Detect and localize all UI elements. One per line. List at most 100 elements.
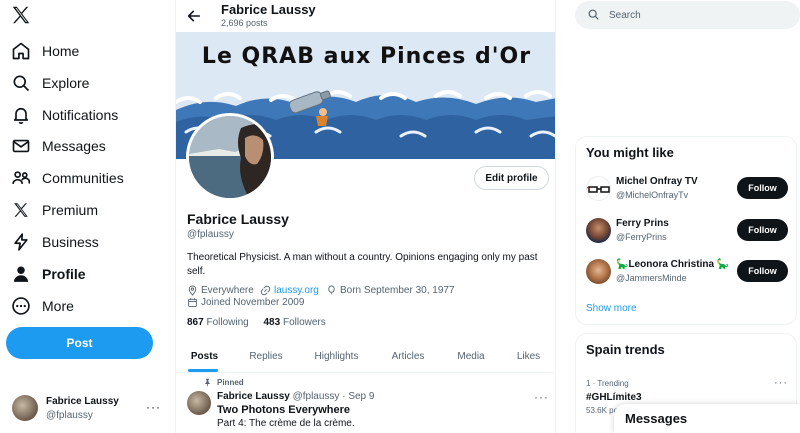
more-dots-icon: ···	[146, 400, 161, 414]
profile-website[interactable]: laussy.org	[260, 285, 319, 296]
header-name: Fabrice Laussy	[221, 2, 316, 17]
nav-messages[interactable]: Messages	[10, 132, 106, 160]
card-title: You might like	[586, 145, 674, 160]
account-name: Fabrice Laussy	[46, 396, 119, 407]
nav-notifications[interactable]: Notifications	[10, 101, 118, 129]
search-box[interactable]	[575, 1, 800, 29]
suggestion-name: 🦕Leonora Christina 🦕	[616, 259, 730, 270]
suggestion-handle: @MichelOnfrayTv	[616, 190, 689, 200]
following-link[interactable]: 867 Following	[187, 317, 249, 328]
follow-button[interactable]: Follow	[737, 177, 788, 199]
left-navigation: Home Explore Notifications Messages Comm…	[0, 0, 175, 433]
account-switcher[interactable]: Fabrice Laussy @fplaussy ···	[12, 395, 167, 423]
following-label: Following	[206, 317, 249, 328]
suggestion-item[interactable]: Ferry Prins @FerryPrins Follow	[586, 215, 791, 247]
nav-label: Communities	[42, 170, 124, 186]
nav-business[interactable]: Business	[10, 228, 99, 256]
profile-column: Fabrice Laussy 2,696 posts Le QRAB aux P…	[175, 0, 556, 433]
followers-count: 483	[263, 317, 281, 328]
more-dots-icon[interactable]: ···	[534, 390, 549, 404]
more-dots-icon[interactable]: ···	[774, 377, 788, 389]
search-input[interactable]	[609, 5, 789, 25]
profile-avatar[interactable]	[186, 113, 274, 201]
followers-link[interactable]: 483 Followers	[264, 317, 326, 328]
tweet-header: Fabrice Laussy @fplaussy · Sep 9	[217, 391, 374, 402]
profile-handle: @fplaussy	[187, 229, 234, 240]
tweet-title: Two Photons Everywhere	[217, 404, 351, 416]
profile-header-bar: Fabrice Laussy 2,696 posts	[176, 0, 555, 32]
tweet-author[interactable]: Fabrice Laussy	[217, 391, 290, 402]
active-tab-indicator	[188, 369, 218, 372]
tab-highlights[interactable]: Highlights	[299, 340, 374, 373]
follow-stats: 867 Following 483 Followers	[187, 317, 326, 328]
banner-title: Le QRAB aux Pinces d'Or	[201, 44, 532, 69]
nav-profile[interactable]: Profile	[10, 260, 86, 288]
post-count: 2,696 posts	[221, 18, 268, 28]
back-arrow-icon[interactable]	[186, 8, 202, 24]
trend-name: #GHLímite3	[586, 392, 642, 403]
nav-label: Premium	[42, 202, 99, 218]
nav-label: Messages	[42, 138, 106, 154]
nav-label: Business	[42, 234, 99, 250]
nav-more[interactable]: More	[10, 292, 74, 320]
tab-replies[interactable]: Replies	[233, 340, 299, 373]
messages-drawer-title: Messages	[625, 411, 688, 426]
x-logo-icon[interactable]	[10, 4, 34, 28]
profile-location: Everywhere	[187, 285, 254, 296]
suggestion-name: Michel Onfray TV	[616, 176, 698, 187]
people-icon	[10, 167, 32, 189]
follow-button[interactable]: Follow	[737, 219, 788, 241]
nav-home[interactable]: Home	[10, 37, 79, 65]
you-might-like-card: You might like Michel Onfray TV @MichelO…	[575, 136, 797, 325]
nav-label: Profile	[42, 266, 86, 282]
suggestion-item[interactable]: 🦕Leonora Christina 🦕 @JammersMinde Follo…	[586, 256, 791, 288]
avatar	[586, 176, 611, 201]
suggestion-handle: @FerryPrins	[616, 232, 667, 242]
post-button[interactable]: Post	[6, 327, 153, 359]
nav-label: Home	[42, 43, 80, 59]
pin-icon	[205, 378, 210, 387]
nav-communities[interactable]: Communities	[10, 164, 124, 192]
search-icon	[10, 72, 32, 94]
tab-likes[interactable]: Likes	[500, 340, 555, 373]
avatar	[586, 259, 611, 284]
following-count: 867	[187, 317, 204, 328]
tweet-avatar[interactable]	[187, 391, 211, 415]
suggestion-item[interactable]: Michel Onfray TV @MichelOnfrayTv Follow	[586, 173, 791, 205]
profile-bio: Theoretical Physicist. A man without a c…	[187, 252, 538, 277]
glasses-logo	[586, 186, 610, 193]
avatar	[12, 395, 38, 421]
lightning-icon	[10, 231, 32, 253]
more-circle-icon	[10, 295, 32, 317]
profile-joined: Joined November 2009	[187, 297, 304, 308]
trend-meta: 1 · Trending	[586, 379, 629, 388]
account-handle: @fplaussy	[46, 410, 93, 421]
profile-birthday: Born September 30, 1977	[326, 285, 455, 296]
link-icon	[260, 285, 271, 296]
search-icon	[588, 9, 599, 20]
avatar	[586, 218, 611, 243]
tab-media[interactable]: Media	[442, 340, 500, 373]
calendar-icon	[188, 298, 197, 307]
suggestion-name: Ferry Prins	[616, 218, 669, 229]
birthday-text: Born September 30, 1977	[340, 285, 455, 296]
card-title: Spain trends	[586, 342, 665, 357]
tweet-text: Part 4: The crème de la crème.	[217, 418, 355, 429]
messages-drawer[interactable]: Messages	[614, 404, 800, 433]
website-link[interactable]: laussy.org	[274, 285, 319, 296]
balloon-icon	[328, 285, 335, 295]
followers-label: Followers	[282, 317, 326, 328]
pinned-indicator: Pinned	[203, 378, 244, 387]
pinned-label: Pinned	[217, 378, 244, 387]
show-more-link[interactable]: Show more	[586, 303, 637, 314]
nav-premium[interactable]: Premium	[10, 196, 98, 224]
envelope-icon	[10, 135, 32, 157]
location-pin-icon	[188, 285, 197, 296]
tab-articles[interactable]: Articles	[374, 340, 442, 373]
follow-button[interactable]: Follow	[737, 260, 788, 282]
tweet-meta: @fplaussy · Sep 9	[292, 391, 375, 402]
profile-tabs: Posts Replies Highlights Articles Media …	[176, 340, 555, 373]
nav-explore[interactable]: Explore	[10, 69, 89, 97]
edit-profile-button[interactable]: Edit profile	[474, 166, 549, 190]
x-logo-icon	[10, 199, 32, 221]
